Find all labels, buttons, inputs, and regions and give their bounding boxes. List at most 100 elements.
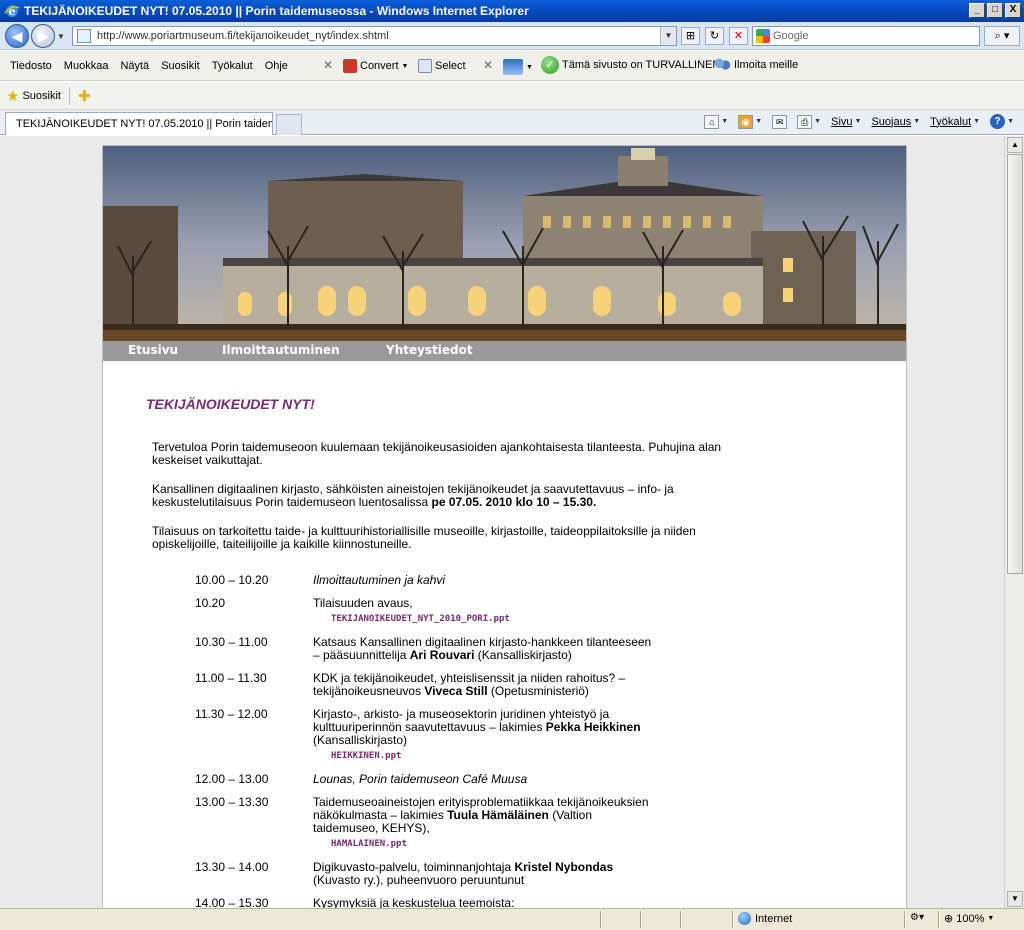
schedule-row: 11.00 – 11.30 KDK ja tekijänoikeudet, yh… <box>195 672 755 698</box>
speaker-name: Kristel Nybondas <box>514 860 614 874</box>
intro-paragraph: Tervetuloa Porin taidemuseoon kuulemaan … <box>152 440 722 467</box>
tools-dropdown-icon: ▼ <box>973 118 981 125</box>
menu-file[interactable]: Tiedosto <box>10 60 52 72</box>
schedule-item-text: Tilaisuuden avaus, <box>313 596 413 610</box>
close-button[interactable]: X <box>1005 3 1021 18</box>
browser-viewport: Etusivu Ilmoittautuminen Yhteystiedot TE… <box>0 136 1004 908</box>
speaker-name: Pekka Heikkinen <box>545 720 641 734</box>
menu-favorites[interactable]: Suosikit <box>161 60 200 72</box>
schedule-time: 11.00 – 11.30 <box>195 671 267 685</box>
mail-button[interactable]: ✉ <box>772 114 788 129</box>
window-titlebar: e TEKIJÄNOIKEUDET NYT! 07.05.2010 || Por… <box>0 0 1024 22</box>
home-button[interactable]: ⌂ ▼ <box>704 114 728 129</box>
schedule-time: 11.30 – 12.00 <box>195 707 268 721</box>
tools-menu[interactable]: Työkalut ▼ <box>930 116 980 128</box>
people-icon <box>713 57 731 73</box>
feeds-button[interactable]: ◉ ▼ <box>738 114 762 129</box>
schedule-row: 12.00 – 13.00 Lounas, Porin taidemuseon … <box>195 773 755 786</box>
select-icon <box>418 59 432 73</box>
scroll-down-icon[interactable]: ▼ <box>1007 891 1023 907</box>
menu-help[interactable]: Ohje <box>265 60 288 72</box>
tools-menu-label: Työkalut <box>930 115 972 128</box>
schedule-time: 14.00 – 15.30 <box>195 896 269 909</box>
forward-button[interactable]: ▶ <box>31 24 55 48</box>
print-button[interactable]: ⎙ ▼ <box>797 114 821 129</box>
security-dropdown-icon[interactable]: ▼ <box>526 64 533 71</box>
speaker-affiliation: (Kansalliskirjasto) <box>313 733 408 747</box>
status-divider <box>938 911 940 928</box>
stop-icon[interactable]: ✕ <box>729 27 748 45</box>
feeds-dropdown-icon[interactable]: ▼ <box>755 118 762 125</box>
status-bar: Internet ⚙▾ ⊕ 100% ▼ <box>0 908 1024 930</box>
status-divider <box>600 911 602 928</box>
report-button[interactable]: Ilmoita meille <box>713 57 798 73</box>
convert-dropdown-icon[interactable]: ▼ <box>402 63 409 70</box>
close-toolbar-icon[interactable]: ✕ <box>323 58 333 72</box>
security-toolbar-logo[interactable]: ▼ <box>503 59 533 75</box>
menu-view[interactable]: Näytä <box>120 60 149 72</box>
security-zone[interactable]: Internet <box>738 912 792 925</box>
safety-menu-label: Suojaus <box>871 115 912 128</box>
event-paragraph: Kansallinen digitaalinen kirjasto, sähkö… <box>152 483 752 509</box>
schedule-row: 14.00 – 15.30 Kysymyksiä ja keskustelua … <box>195 896 755 909</box>
compatibility-icon[interactable]: ⊞ <box>681 27 700 45</box>
print-dropdown-icon[interactable]: ▼ <box>814 118 821 125</box>
page-title: TEKIJÄNOIKEUDET NYT! <box>146 396 315 412</box>
magnifier-icon: ⌕ ▾ <box>994 30 1010 42</box>
favorites-label[interactable]: Suosikit <box>22 90 61 102</box>
new-tab-button[interactable] <box>276 114 302 135</box>
add-favorite-icon[interactable]: ✚ <box>78 87 91 105</box>
address-toolbar: ◀ ▶ ▼ http://www.poriartmuseum.fi/tekija… <box>0 22 1024 50</box>
maximize-button[interactable]: □ <box>987 3 1003 18</box>
ppt-file-link[interactable]: TEKIJANOIKEUDET_NYT_2010_PORI.ppt <box>331 613 653 626</box>
menu-bar: Tiedosto Muokkaa Näytä Suosikit Työkalut… <box>0 51 1024 81</box>
vertical-scrollbar[interactable]: ▲ ▼ <box>1004 136 1024 908</box>
favorites-bar: ★ Suosikit ✚ <box>0 82 1024 110</box>
museum-header-image <box>103 146 906 341</box>
back-button[interactable]: ◀ <box>5 24 29 48</box>
schedule-row: 10.00 – 10.20 Ilmoittautuminen ja kahvi <box>195 574 755 587</box>
convert-button[interactable]: Convert ▼ <box>343 59 408 73</box>
minimize-button[interactable]: _ <box>969 3 985 18</box>
favorites-star-icon[interactable]: ★ <box>6 87 19 105</box>
address-url[interactable]: http://www.poriartmuseum.fi/tekijanoikeu… <box>97 30 389 42</box>
schedule-item-text: Digikuvasto-palvelu, toiminnanjohtaja <box>313 860 515 874</box>
close-toolbar2-icon[interactable]: ✕ <box>483 58 493 72</box>
search-button[interactable]: ⌕ ▾ <box>984 26 1020 46</box>
zoom-control[interactable]: ⊕ 100% ▼ <box>944 912 994 926</box>
schedule: 10.00 – 10.20 Ilmoittautuminen ja kahvi … <box>195 574 755 909</box>
search-input[interactable]: Google <box>752 26 980 46</box>
scroll-thumb[interactable] <box>1007 154 1023 574</box>
safe-site-indicator[interactable]: ✓ Tämä sivusto on TURVALLINEN ▼ <box>541 56 730 74</box>
printer-icon: ⎙ <box>797 114 813 129</box>
help-menu[interactable]: ? ▼ <box>990 114 1014 129</box>
zoom-dropdown-icon[interactable]: ▼ <box>987 915 994 922</box>
tab-active[interactable]: e TEKIJÄNOIKEUDET NYT! 07.05.2010 || Por… <box>5 112 273 135</box>
menu-edit[interactable]: Muokkaa <box>64 60 109 72</box>
protected-mode-icon[interactable]: ⚙▾ <box>910 912 924 923</box>
google-icon <box>756 29 770 43</box>
help-dropdown-icon: ▼ <box>1007 118 1014 125</box>
speaker-affiliation: (Opetusministeriö) <box>487 684 589 698</box>
nav-home[interactable]: Etusivu <box>128 343 178 357</box>
menu-tools[interactable]: Työkalut <box>212 60 253 72</box>
address-bar[interactable]: http://www.poriartmuseum.fi/tekijanoikeu… <box>72 26 677 46</box>
schedule-item-italic: Ilmoittautuminen ja kahvi <box>313 573 446 587</box>
select-button[interactable]: Select <box>418 59 466 73</box>
nav-registration[interactable]: Ilmoittautuminen <box>222 343 340 357</box>
event-date: pe 07.05. 2010 klo 10 – 15.30. <box>431 495 597 509</box>
scroll-up-icon[interactable]: ▲ <box>1007 137 1023 153</box>
safety-menu[interactable]: Suojaus ▼ <box>871 116 920 128</box>
page-menu[interactable]: Sivu ▼ <box>831 116 861 128</box>
nav-contact[interactable]: Yhteystiedot <box>386 343 473 357</box>
refresh-icon[interactable]: ↻ <box>705 27 724 45</box>
rss-icon: ◉ <box>738 114 754 129</box>
address-dropdown-icon[interactable]: ▼ <box>660 27 676 45</box>
web-page: Etusivu Ilmoittautuminen Yhteystiedot TE… <box>102 145 907 908</box>
ppt-file-link[interactable]: HEIKKINEN.ppt <box>331 750 653 763</box>
museum-building-illustration <box>103 146 906 341</box>
status-divider <box>904 911 906 928</box>
home-dropdown-icon[interactable]: ▼ <box>721 118 728 125</box>
ppt-file-link[interactable]: HAMALAINEN.ppt <box>331 838 653 851</box>
history-dropdown-icon[interactable]: ▼ <box>57 32 65 41</box>
